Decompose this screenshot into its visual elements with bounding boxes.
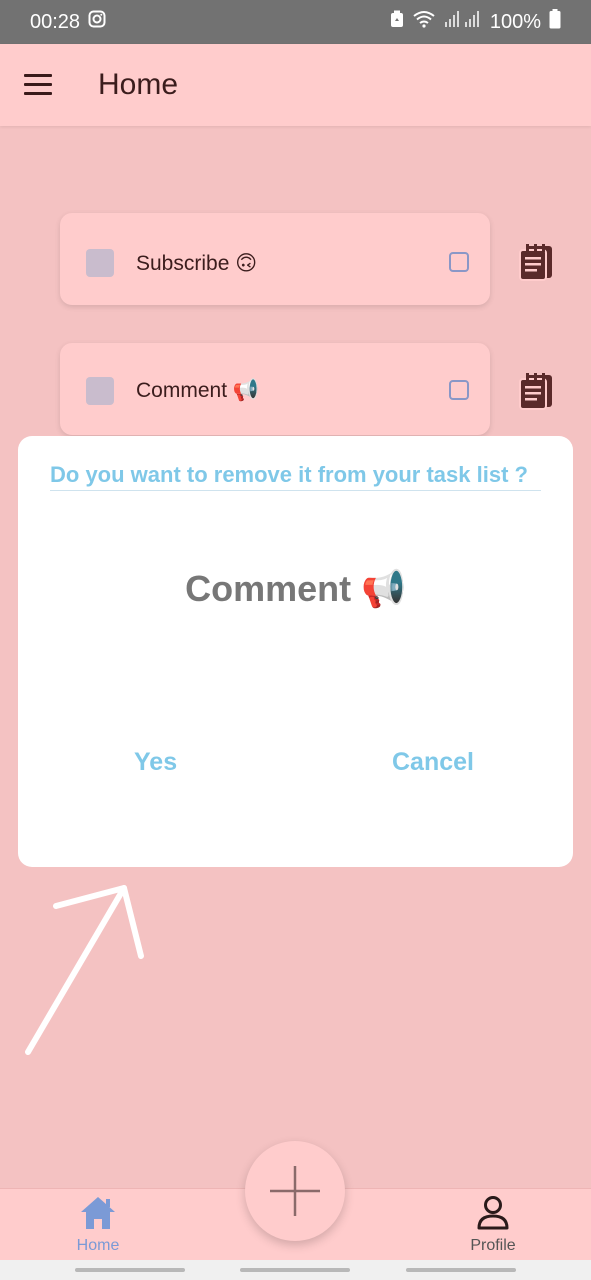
battery-icon <box>549 9 561 35</box>
status-left: 00:28 <box>30 10 106 34</box>
yes-button[interactable]: Yes <box>134 748 177 777</box>
status-right: 100% <box>390 9 561 35</box>
task-checkbox[interactable] <box>449 252 469 272</box>
status-time: 00:28 <box>30 10 81 33</box>
cancel-button[interactable]: Cancel <box>392 748 474 777</box>
task-label: Comment 📢 <box>136 379 260 402</box>
clipboard-note-icon[interactable] <box>516 241 556 281</box>
gesture-bar <box>0 1260 591 1280</box>
nav-profile-label: Profile <box>470 1237 516 1254</box>
task-card-comment[interactable]: Comment 📢 <box>60 343 490 435</box>
task-checkbox[interactable] <box>449 380 469 400</box>
gesture-pill <box>240 1268 350 1272</box>
status-bar: 00:28 100% <box>0 0 591 44</box>
home-icon <box>53 1195 143 1236</box>
hamburger-menu-icon[interactable] <box>24 74 52 96</box>
add-task-button[interactable] <box>245 1141 345 1241</box>
task-color-swatch <box>86 249 114 277</box>
nav-home-label: Home <box>76 1237 120 1254</box>
gesture-pill <box>75 1268 185 1272</box>
task-label: Subscribe 🙃 <box>136 252 258 275</box>
arrow-annotation-icon <box>25 885 144 1055</box>
person-icon <box>448 1195 538 1236</box>
app-bar: Home <box>0 44 591 126</box>
dialog-task-name: Comment 📢 <box>185 568 406 609</box>
clipboard-note-icon[interactable] <box>516 370 556 410</box>
dialog-question: Do you want to remove it from your task … <box>50 462 541 491</box>
nav-home[interactable]: Home <box>53 1195 143 1255</box>
task-color-swatch <box>86 377 114 405</box>
battery-percent: 100% <box>489 10 541 33</box>
task-card-subscribe[interactable]: Subscribe 🙃 <box>60 213 490 305</box>
plus-icon <box>270 1166 320 1216</box>
gesture-pill <box>406 1268 516 1272</box>
signal-icon <box>444 10 482 34</box>
recycle-icon <box>390 10 404 34</box>
remove-task-dialog: Do you want to remove it from your task … <box>18 436 573 867</box>
wifi-icon <box>412 10 436 34</box>
instagram-icon <box>88 10 106 34</box>
page-title: Home <box>98 68 179 101</box>
nav-profile[interactable]: Profile <box>448 1195 538 1255</box>
